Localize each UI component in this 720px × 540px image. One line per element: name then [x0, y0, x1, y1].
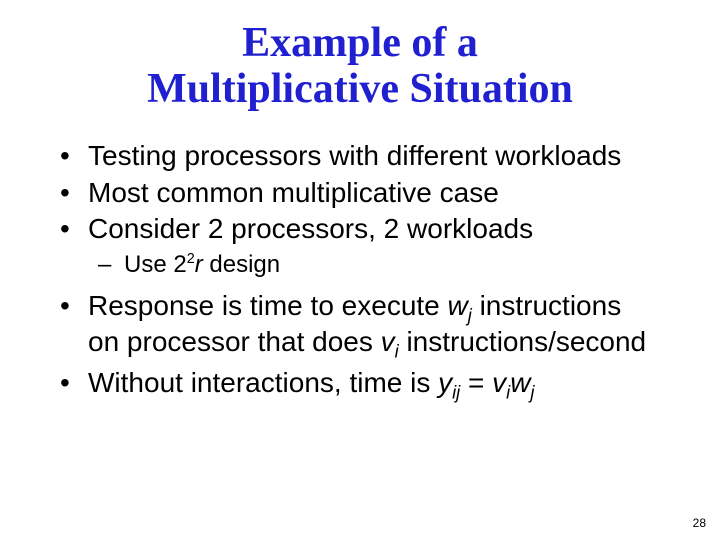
bullet-1: Testing processors with different worklo…	[88, 140, 660, 172]
bullet-2-text: Most common multiplicative case	[88, 177, 499, 208]
bullet-3-text: Consider 2 processors, 2 workloads	[88, 213, 533, 244]
title-line-1: Example of a	[242, 20, 478, 66]
slide: Example of a Multiplicative Situation Te…	[0, 0, 720, 540]
sub-bullet-1-post: design	[203, 251, 280, 278]
bullet-4-w: w	[448, 290, 468, 321]
page-number: 28	[693, 516, 706, 530]
bullet-4-v: v	[381, 326, 395, 357]
title-line-2: Multiplicative Situation	[147, 66, 573, 112]
bullet-4-pre: Response is time to execute	[88, 290, 448, 321]
slide-title: Example of a Multiplicative Situation	[60, 20, 660, 112]
bullet-5-pre: Without interactions, time is	[88, 367, 438, 398]
sub-bullet-1-pre: Use 2	[124, 251, 187, 278]
sub-list: Use 22r design	[88, 251, 660, 280]
bullet-4-post: instructions/second	[399, 326, 646, 357]
bullet-5: Without interactions, time is yij = viwj	[88, 367, 660, 404]
sub-bullet-1-sup: 2	[187, 251, 195, 267]
bullet-1-text: Testing processors with different worklo…	[88, 140, 621, 171]
bullet-5-y: y	[438, 367, 452, 398]
bullet-list: Testing processors with different worklo…	[60, 140, 660, 403]
bullet-3: Consider 2 processors, 2 workloads Use 2…	[88, 213, 660, 280]
bullet-5-w: w	[510, 367, 530, 398]
bullet-2: Most common multiplicative case	[88, 177, 660, 209]
bullet-5-ij: ij	[452, 382, 460, 402]
sub-bullet-1-r: r	[195, 251, 203, 278]
bullet-5-v: v	[492, 367, 506, 398]
bullet-4: Response is time to execute wj instructi…	[88, 290, 660, 363]
bullet-5-j: j	[530, 382, 534, 402]
sub-bullet-1: Use 22r design	[124, 251, 660, 280]
bullet-5-eq: =	[460, 367, 492, 398]
